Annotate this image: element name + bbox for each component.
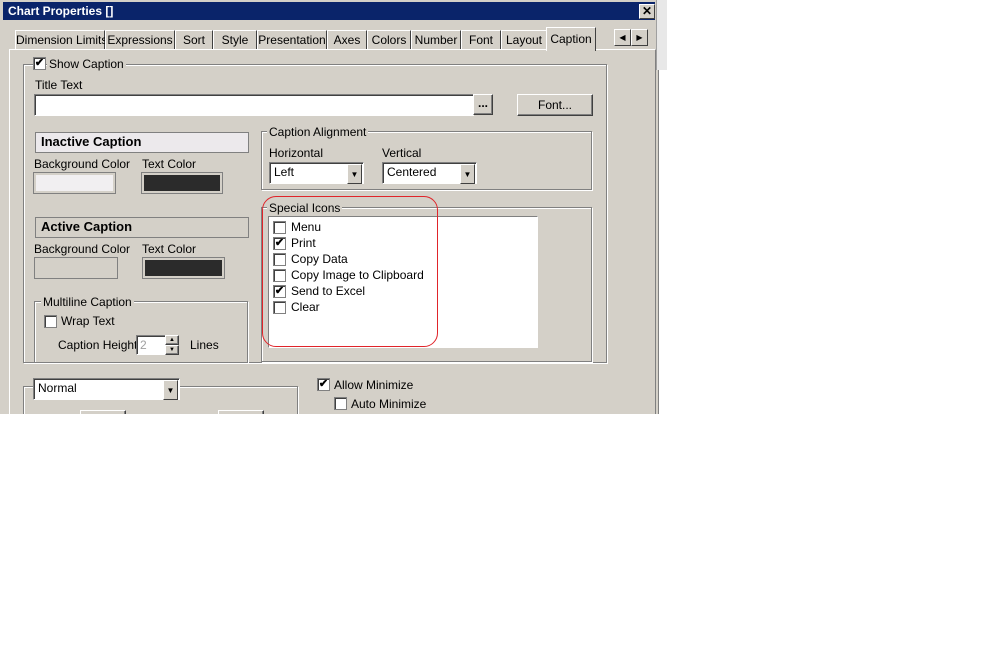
active-text-color-label: Text Color [142, 242, 197, 256]
wrap-text-checkbox[interactable] [44, 315, 57, 328]
allow-minimize-label: Allow Minimize [334, 378, 414, 392]
chart-properties-dialog: Chart Properties [] ✕ Dimension Limits E… [0, 0, 659, 414]
background-window-edge [656, 0, 667, 70]
caption-height-down-icon[interactable]: ▼ [165, 345, 179, 355]
caption-height-label: Caption Height [58, 338, 138, 352]
horizontal-label: Horizontal [269, 146, 324, 160]
highlight-annotation [262, 196, 438, 347]
title-text-input[interactable] [34, 94, 474, 116]
tab-caption[interactable]: Caption [546, 27, 596, 51]
tab-style[interactable]: Style [213, 30, 257, 50]
bottom-control-right[interactable] [218, 410, 264, 414]
title-text-browse-button[interactable]: ... [473, 94, 493, 115]
font-button[interactable]: Font... [517, 94, 593, 116]
auto-minimize-label: Auto Minimize [351, 397, 427, 411]
tab-number[interactable]: Number [411, 30, 461, 50]
tab-scroll-left-icon[interactable]: ◀ [614, 29, 631, 46]
tab-scroll-right-icon[interactable]: ▶ [631, 29, 648, 46]
title-bar: Chart Properties [] ✕ [3, 2, 655, 20]
chevron-down-icon[interactable]: ▼ [460, 164, 475, 184]
inactive-text-color-swatch[interactable] [141, 172, 223, 194]
active-text-color-swatch[interactable] [142, 257, 225, 279]
auto-minimize-checkbox[interactable] [334, 397, 347, 410]
caption-mode-value: Normal [38, 381, 77, 395]
inactive-bg-color-swatch[interactable] [33, 172, 116, 194]
active-caption-header: Active Caption [35, 217, 249, 238]
horizontal-alignment-value: Left [274, 165, 295, 179]
show-caption-label: Show Caption [47, 57, 126, 71]
wrap-text-label: Wrap Text [61, 314, 115, 328]
lines-label: Lines [190, 338, 219, 352]
inactive-text-color-label: Text Color [142, 157, 197, 171]
tab-sort[interactable]: Sort [175, 30, 213, 50]
vertical-label: Vertical [382, 146, 422, 160]
tab-presentation[interactable]: Presentation [257, 30, 327, 50]
tab-axes[interactable]: Axes [327, 30, 367, 50]
active-bg-color-swatch[interactable] [34, 257, 118, 279]
close-icon[interactable]: ✕ [639, 4, 655, 19]
tab-layout[interactable]: Layout [501, 30, 547, 50]
caption-alignment-label: Caption Alignment [267, 125, 369, 139]
allow-minimize-checkbox[interactable]: ✔ [317, 378, 330, 391]
active-bg-color-label: Background Color [34, 242, 131, 256]
tab-font[interactable]: Font [461, 30, 501, 50]
caption-mode-select[interactable]: Normal ▼ [33, 378, 180, 400]
show-caption-checkbox[interactable]: ✔ [33, 57, 46, 70]
chevron-down-icon[interactable]: ▼ [347, 164, 362, 184]
title-text-label: Title Text [35, 78, 83, 92]
multiline-caption-label: Multiline Caption [41, 295, 134, 309]
vertical-alignment-select[interactable]: Centered ▼ [382, 162, 477, 184]
tab-colors[interactable]: Colors [367, 30, 411, 50]
tab-expressions[interactable]: Expressions [105, 30, 175, 50]
tab-dimension-limits[interactable]: Dimension Limits [15, 30, 107, 50]
horizontal-alignment-select[interactable]: Left ▼ [269, 162, 364, 184]
inactive-caption-header: Inactive Caption [35, 132, 249, 153]
inactive-bg-color-label: Background Color [34, 157, 131, 171]
caption-height-up-icon[interactable]: ▲ [165, 335, 179, 345]
bottom-control-left[interactable] [80, 410, 126, 414]
vertical-alignment-value: Centered [387, 165, 437, 179]
window-title: Chart Properties [] [8, 4, 114, 18]
chevron-down-icon[interactable]: ▼ [163, 380, 178, 400]
